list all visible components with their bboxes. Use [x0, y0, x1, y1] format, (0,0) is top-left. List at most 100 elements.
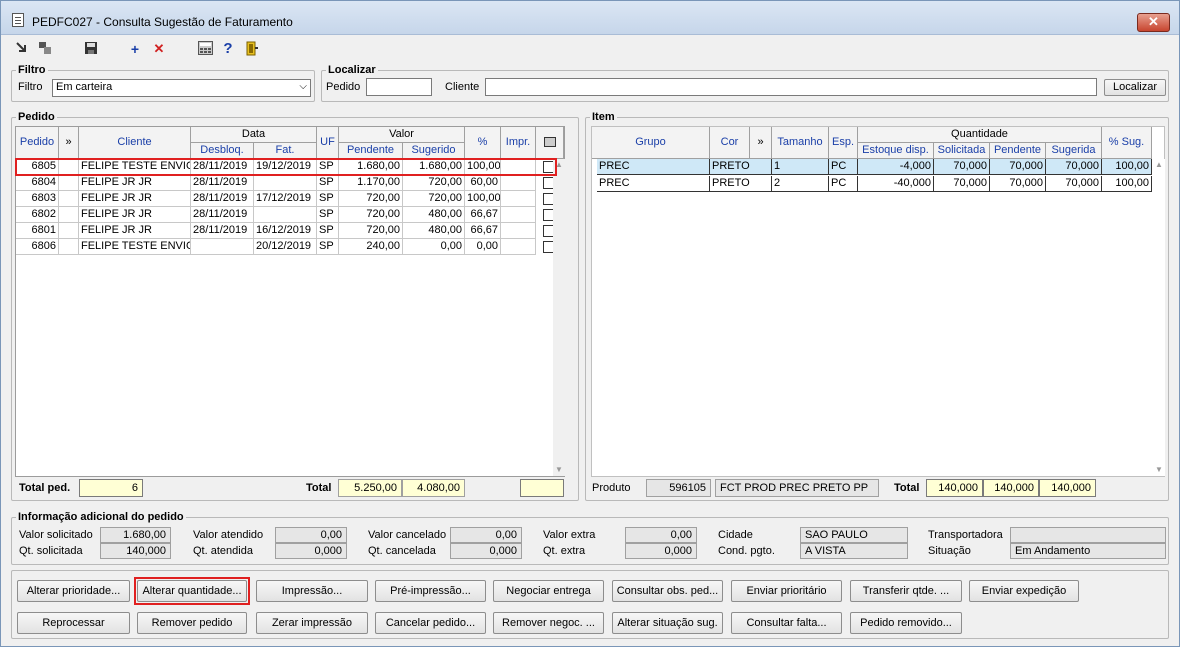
- pedido-cell[interactable]: [501, 191, 536, 207]
- col-cor-header[interactable]: Cor: [710, 127, 750, 159]
- pedido-cell-uf[interactable]: SP: [317, 175, 339, 191]
- col-fat-header[interactable]: Fat.: [254, 143, 317, 159]
- close-button[interactable]: ✕: [1137, 13, 1170, 32]
- pedido-cell-pct[interactable]: 66,67: [465, 223, 501, 239]
- pedido-cell[interactable]: [501, 175, 536, 191]
- pedido-cell-sugerido[interactable]: 480,00: [403, 223, 465, 239]
- pedido-removido-button[interactable]: Pedido removido...: [850, 612, 962, 634]
- pedido-cell-pendente[interactable]: 720,00: [339, 191, 403, 207]
- pedido-cell-sugerido[interactable]: 720,00: [403, 191, 465, 207]
- localizar-button[interactable]: Localizar: [1104, 79, 1166, 96]
- pedido-cell-uf[interactable]: SP: [317, 239, 339, 255]
- pedido-cell-pct[interactable]: 100,00: [465, 191, 501, 207]
- pedido-cell-pedido[interactable]: 6803: [16, 191, 59, 207]
- save-icon[interactable]: [83, 41, 99, 57]
- arrow-icon[interactable]: [14, 41, 30, 57]
- consultar-falta-button[interactable]: Consultar falta...: [731, 612, 842, 634]
- pedido-cell-fat[interactable]: 20/12/2019: [254, 239, 317, 255]
- pedido-cell-cliente[interactable]: FELIPE JR JR: [79, 191, 191, 207]
- pedido-cell-sugerido[interactable]: 0,00: [403, 239, 465, 255]
- item-cell-cor[interactable]: PRETO: [710, 159, 772, 175]
- pedido-cell-desbloq[interactable]: 28/11/2019: [191, 207, 254, 223]
- pedido-cell-desbloq[interactable]: [191, 239, 254, 255]
- pedido-cell-fat[interactable]: 16/12/2019: [254, 223, 317, 239]
- cliente-search-input[interactable]: [485, 78, 1097, 96]
- item-cell-esp[interactable]: PC: [829, 159, 858, 175]
- reprocessar-button[interactable]: Reprocessar: [17, 612, 130, 634]
- col-pedido-header[interactable]: Pedido: [16, 127, 59, 159]
- pedido-cell-pct[interactable]: 0,00: [465, 239, 501, 255]
- item-cell-pendente[interactable]: 70,000: [990, 159, 1046, 175]
- help-icon[interactable]: ?: [220, 41, 236, 57]
- col-pendente-header[interactable]: Pendente: [339, 143, 403, 159]
- pedido-cell[interactable]: [59, 191, 79, 207]
- item-cell-tamanho[interactable]: 1: [772, 159, 829, 175]
- negociar-entrega-button[interactable]: Negociar entrega: [493, 580, 604, 602]
- add-icon[interactable]: +: [127, 41, 143, 57]
- pedido-cell-desbloq[interactable]: 28/11/2019: [191, 191, 254, 207]
- remover-pedido-button[interactable]: Remover pedido: [137, 612, 247, 634]
- col-esp-header[interactable]: Esp.: [829, 127, 858, 159]
- col-sugerido-header[interactable]: Sugerido: [403, 143, 465, 159]
- col-cliente-header[interactable]: Cliente: [79, 127, 191, 159]
- windows-icon[interactable]: [37, 41, 53, 57]
- item-cell-tamanho[interactable]: 2: [772, 176, 829, 192]
- zerar-impressao-button[interactable]: Zerar impressão: [256, 612, 368, 634]
- pedido-cell[interactable]: [59, 175, 79, 191]
- item-cell-grupo[interactable]: PREC: [597, 176, 710, 192]
- pedido-cell[interactable]: [501, 239, 536, 255]
- pedido-cell-pendente[interactable]: 240,00: [339, 239, 403, 255]
- item-cell-estoque[interactable]: -4,000: [858, 159, 934, 175]
- item-cell-cor[interactable]: PRETO: [710, 176, 772, 192]
- col-grupo-header[interactable]: Grupo: [592, 127, 710, 159]
- pedido-cell-pendente[interactable]: 720,00: [339, 223, 403, 239]
- pedido-cell[interactable]: [501, 223, 536, 239]
- cancelar-pedido-button[interactable]: Cancelar pedido...: [375, 612, 486, 634]
- enviar-expedicao-button[interactable]: Enviar expedição: [969, 580, 1079, 602]
- item-scroll-up-icon[interactable]: ▲: [1153, 159, 1165, 171]
- col-impr-header[interactable]: Impr.: [501, 127, 536, 159]
- pedido-cell-cliente[interactable]: FELIPE JR JR: [79, 223, 191, 239]
- alterar-prioridade-button[interactable]: Alterar prioridade...: [17, 580, 130, 602]
- pedido-cell-desbloq[interactable]: 28/11/2019: [191, 223, 254, 239]
- enviar-prioritario-button[interactable]: Enviar prioritário: [731, 580, 842, 602]
- scroll-down-icon[interactable]: ▼: [553, 464, 565, 476]
- item-cell-sugerida[interactable]: 70,000: [1046, 159, 1102, 175]
- item-cell-solicitada[interactable]: 70,000: [934, 159, 990, 175]
- pedido-cell[interactable]: [59, 223, 79, 239]
- item-cell-pct_sug[interactable]: 100,00: [1102, 159, 1152, 175]
- col-tamanho-header[interactable]: Tamanho: [772, 127, 829, 159]
- pedido-cell-uf[interactable]: SP: [317, 223, 339, 239]
- filtro-select[interactable]: Em carteira ⌵: [52, 79, 311, 97]
- pedido-cell-uf[interactable]: SP: [317, 207, 339, 223]
- item-cell-grupo[interactable]: PREC: [597, 159, 710, 175]
- pedido-cell-fat[interactable]: 17/12/2019: [254, 191, 317, 207]
- item-scroll-down-icon[interactable]: ▼: [1153, 464, 1165, 476]
- item-cell-esp[interactable]: PC: [829, 176, 858, 192]
- pedido-cell-sugerido[interactable]: 720,00: [403, 175, 465, 191]
- col-solicitada-header[interactable]: Solicitada: [934, 143, 990, 159]
- item-cell-estoque[interactable]: -40,000: [858, 176, 934, 192]
- calculator-icon[interactable]: [197, 41, 213, 57]
- item-cell-pct_sug[interactable]: 100,00: [1102, 176, 1152, 192]
- pedido-cell-pedido[interactable]: 6806: [16, 239, 59, 255]
- pedido-cell[interactable]: [501, 207, 536, 223]
- pedido-cell-uf[interactable]: SP: [317, 191, 339, 207]
- pedido-cell-fat[interactable]: [254, 207, 317, 223]
- alterar-situacao-button[interactable]: Alterar situação sug.: [612, 612, 723, 634]
- item-scrollbar[interactable]: ▲ ▼: [1153, 159, 1165, 476]
- pedido-search-input[interactable]: [366, 78, 432, 96]
- col-sugerida-header[interactable]: Sugerida: [1046, 143, 1102, 159]
- pedido-cell-pct[interactable]: 60,00: [465, 175, 501, 191]
- consultar-obs-button[interactable]: Consultar obs. ped...: [612, 580, 723, 602]
- item-cell-sugerida[interactable]: 70,000: [1046, 176, 1102, 192]
- pedido-cell-sugerido[interactable]: 480,00: [403, 207, 465, 223]
- pedido-cell-pendente[interactable]: 720,00: [339, 207, 403, 223]
- col-select-all-header[interactable]: [536, 127, 564, 159]
- pedido-cell[interactable]: [59, 239, 79, 255]
- col-pct-header[interactable]: %: [465, 127, 501, 159]
- pedido-cell-pedido[interactable]: 6802: [16, 207, 59, 223]
- pedido-cell-pedido[interactable]: 6801: [16, 223, 59, 239]
- col-item-pendente-header[interactable]: Pendente: [990, 143, 1046, 159]
- pedido-cell-desbloq[interactable]: 28/11/2019: [191, 175, 254, 191]
